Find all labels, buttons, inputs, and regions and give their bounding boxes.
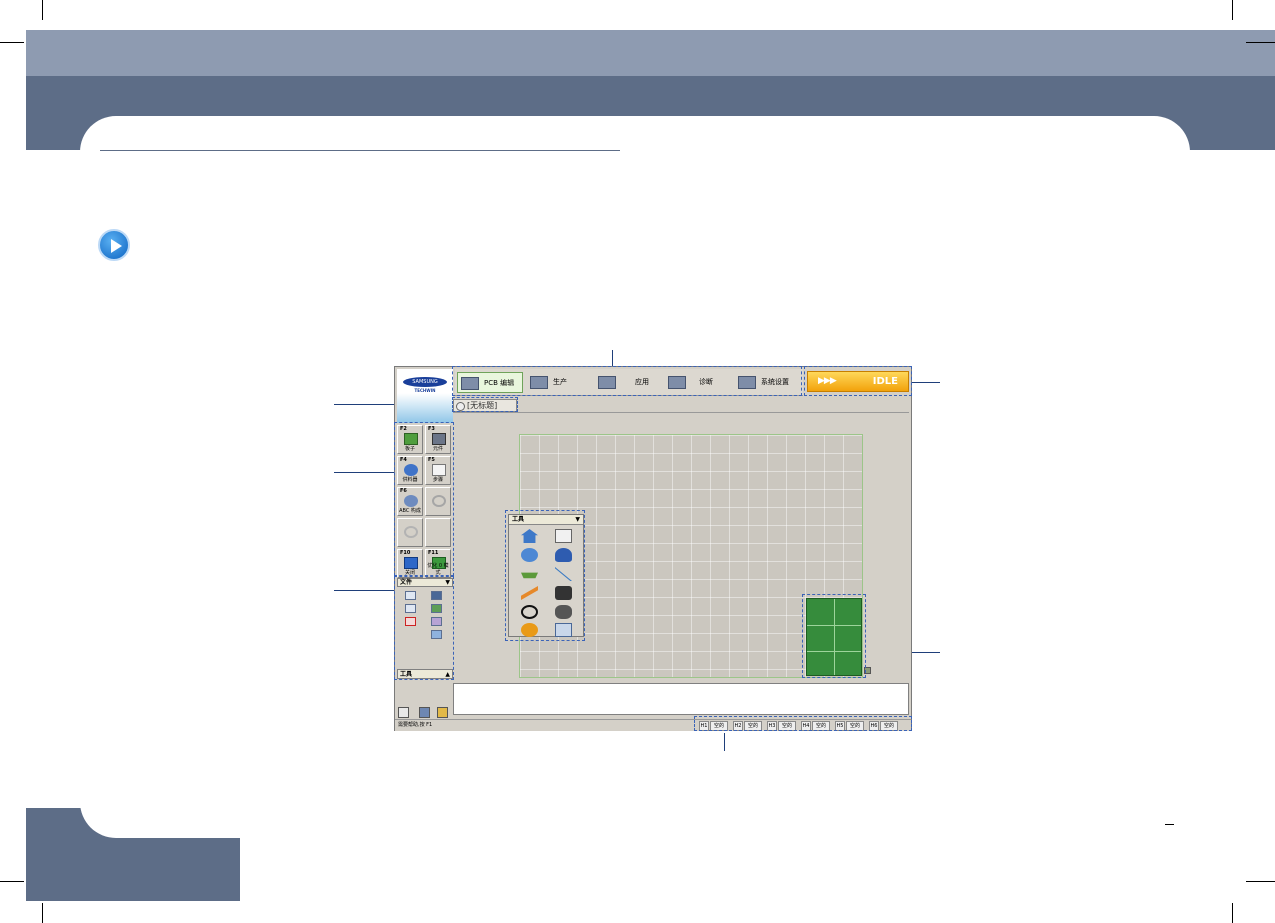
crop-mark xyxy=(42,903,43,923)
message-area xyxy=(453,683,909,715)
callout-line-fkeys xyxy=(334,472,396,473)
callout-line-files xyxy=(334,590,396,591)
logo-sub: TECHWIN xyxy=(414,388,436,393)
crop-mark xyxy=(0,42,24,43)
auto-mode-icon[interactable] xyxy=(398,707,409,718)
title-rule xyxy=(100,150,620,151)
highlight-heads xyxy=(694,716,912,731)
help-icon[interactable] xyxy=(437,707,448,718)
help-hint: 需要帮助,按 F1 xyxy=(398,722,433,728)
document-bar: [无标题] xyxy=(453,398,909,413)
highlight-fkeys xyxy=(394,422,454,576)
page-number-dash xyxy=(1165,824,1174,825)
play-icon[interactable] xyxy=(98,229,130,261)
crop-mark xyxy=(1246,881,1275,882)
highlight-status xyxy=(804,366,912,396)
header-band-light xyxy=(26,30,1275,76)
crop-mark xyxy=(42,0,43,20)
printer-icon[interactable] xyxy=(419,707,430,718)
crop-mark xyxy=(1232,0,1233,20)
callout-line-status xyxy=(912,382,940,383)
callout-line-tabs xyxy=(612,350,613,366)
highlight-files xyxy=(394,576,454,680)
callout-line-heads xyxy=(724,733,725,751)
highlight-doc-tab xyxy=(452,397,518,412)
logo-brand: SAMSUNG xyxy=(403,377,447,387)
footer-cut-shape xyxy=(80,798,250,838)
highlight-minimap xyxy=(802,594,866,678)
highlight-tools xyxy=(505,510,585,641)
crop-mark xyxy=(1246,42,1275,43)
company-logo: SAMSUNG TECHWIN xyxy=(397,369,453,423)
highlight-tabs xyxy=(452,366,802,396)
crop-mark xyxy=(1232,903,1233,923)
crop-mark xyxy=(0,881,24,882)
